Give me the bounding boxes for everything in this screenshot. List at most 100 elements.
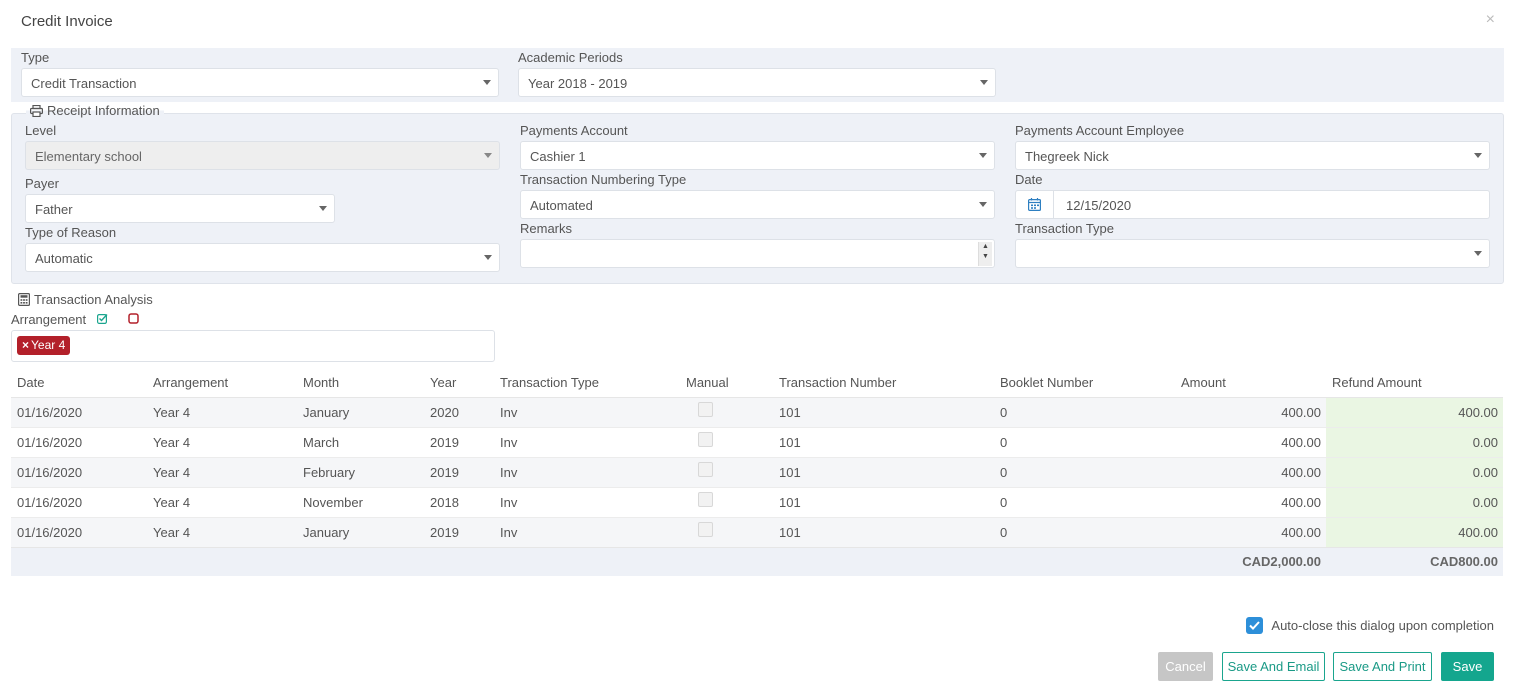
chevron-down-icon — [1474, 153, 1482, 158]
table-row[interactable]: 01/16/2020 Year 4 January 2019 Inv 101 0 400.00… — [11, 516, 1503, 547]
type-select-value: Credit Transaction — [31, 76, 137, 91]
save-and-email-button[interactable]: Save And Email — [1222, 652, 1325, 681]
cancel-button[interactable]: Cancel — [1158, 652, 1213, 681]
cell-amount: 400.00 — [1175, 516, 1326, 547]
date-input[interactable]: 12/15/2020 — [1015, 190, 1490, 219]
academic-periods-select[interactable]: Year 2018 - 2019 — [518, 68, 996, 97]
chevron-down-icon — [484, 255, 492, 260]
cell-date: 01/16/2020 — [11, 396, 147, 427]
transaction-numbering-type-value: Automated — [530, 198, 593, 213]
transaction-analysis-legend: Transaction Analysis — [14, 292, 157, 307]
cell-year: 2019 — [424, 426, 494, 457]
manual-checkbox[interactable] — [698, 491, 713, 507]
table-total-row: CAD2,000.00 CAD800.00 — [11, 546, 1503, 576]
arrangement-label: Arrangement — [11, 312, 87, 327]
col-month[interactable]: Month — [297, 368, 424, 398]
manual-checkbox[interactable] — [698, 461, 713, 477]
payments-account-employee-select[interactable]: Thegreek Nick — [1015, 141, 1490, 170]
chevron-down-icon — [980, 80, 988, 85]
cell-manual[interactable] — [680, 486, 773, 517]
cell-manual[interactable] — [680, 396, 773, 427]
manual-checkbox[interactable] — [698, 521, 713, 537]
remarks-textarea[interactable]: ▲ ▼ — [520, 239, 995, 268]
cell-date: 01/16/2020 — [11, 486, 147, 517]
col-date[interactable]: Date — [11, 368, 147, 398]
col-year[interactable]: Year — [424, 368, 494, 398]
deselect-all-icon[interactable] — [128, 313, 139, 324]
remove-tag-icon[interactable]: × — [22, 338, 29, 352]
table-row[interactable]: 01/16/2020 Year 4 November 2018 Inv 101 0 400.0… — [11, 486, 1503, 517]
cell-arrangement: Year 4 — [147, 486, 297, 517]
cell-date: 01/16/2020 — [11, 426, 147, 457]
col-amount[interactable]: Amount — [1175, 368, 1326, 398]
date-label: Date — [1015, 172, 1043, 187]
cell-booklet-number: 0 — [994, 486, 1175, 517]
transaction-numbering-type-select[interactable]: Automated — [520, 190, 995, 219]
col-refund-amount[interactable]: Refund Amount — [1326, 368, 1503, 398]
cell-manual[interactable] — [680, 516, 773, 547]
cell-booklet-number: 0 — [994, 396, 1175, 427]
resize-handle-icon[interactable]: ▲ ▼ — [978, 242, 992, 266]
col-booklet-number[interactable]: Booklet Number — [994, 368, 1175, 398]
chevron-down-icon — [319, 206, 327, 211]
cell-year: 2019 — [424, 456, 494, 487]
payments-account-employee-label: Payments Account Employee — [1015, 123, 1185, 138]
save-and-print-button[interactable]: Save And Print — [1333, 652, 1432, 681]
cell-refund-amount: 0.00 — [1326, 456, 1503, 487]
manual-checkbox[interactable] — [698, 401, 713, 417]
manual-checkbox[interactable] — [698, 431, 713, 447]
cell-month: November — [297, 486, 424, 517]
col-manual[interactable]: Manual — [680, 368, 773, 398]
arrangement-tag-input[interactable]: × Year 4 — [11, 330, 495, 362]
cell-arrangement: Year 4 — [147, 516, 297, 547]
payer-select-value: Father — [35, 202, 73, 217]
auto-close-option[interactable]: Auto-close this dialog upon completion — [1246, 617, 1494, 634]
payments-account-label: Payments Account — [520, 123, 628, 138]
table-row[interactable]: 01/16/2020 Year 4 January 2020 Inv 101 0 400.00… — [11, 396, 1503, 427]
cell-transaction-number: 101 — [773, 516, 994, 547]
cell-transaction-type: Inv — [494, 396, 680, 427]
printer-icon — [30, 104, 43, 117]
level-label: Level — [25, 123, 57, 138]
cell-month: January — [297, 516, 424, 547]
academic-periods-value: Year 2018 - 2019 — [528, 76, 628, 91]
transactions-table: Date Arrangement Month Year Transaction … — [11, 368, 1503, 576]
table-row[interactable]: 01/16/2020 Year 4 March 2019 Inv 101 0 400.00 0.… — [11, 426, 1503, 457]
cell-arrangement: Year 4 — [147, 456, 297, 487]
cell-transaction-number: 101 — [773, 396, 994, 427]
type-select[interactable]: Credit Transaction — [21, 68, 499, 97]
chevron-down-icon — [1474, 251, 1482, 256]
calculator-icon — [18, 293, 30, 306]
transaction-analysis-title: Transaction Analysis — [34, 292, 153, 307]
cell-refund-amount: 400.00 — [1326, 396, 1503, 427]
payments-account-select[interactable]: Cashier 1 — [520, 141, 995, 170]
cell-amount: 400.00 — [1175, 396, 1326, 427]
level-select-value: Elementary school — [35, 149, 142, 164]
type-of-reason-select[interactable]: Automatic — [25, 243, 500, 272]
cell-transaction-type: Inv — [494, 456, 680, 487]
cell-booklet-number: 0 — [994, 456, 1175, 487]
chevron-down-icon — [979, 153, 987, 158]
cell-manual[interactable] — [680, 456, 773, 487]
close-icon[interactable]: × — [1486, 10, 1495, 30]
remarks-label: Remarks — [520, 221, 573, 236]
col-transaction-number[interactable]: Transaction Number — [773, 368, 994, 398]
calendar-icon[interactable] — [1016, 191, 1054, 218]
payer-select[interactable]: Father — [25, 194, 335, 223]
save-button[interactable]: Save — [1441, 652, 1494, 681]
select-all-icon[interactable] — [97, 313, 108, 324]
cell-arrangement: Year 4 — [147, 426, 297, 457]
cell-amount: 400.00 — [1175, 426, 1326, 457]
transaction-type-select[interactable] — [1015, 239, 1490, 268]
cell-amount: 400.00 — [1175, 456, 1326, 487]
cell-transaction-number: 101 — [773, 426, 994, 457]
cell-manual[interactable] — [680, 426, 773, 457]
col-arrangement[interactable]: Arrangement — [147, 368, 297, 398]
col-transaction-type[interactable]: Transaction Type — [494, 368, 680, 398]
payments-account-value: Cashier 1 — [530, 149, 586, 164]
cell-transaction-type: Inv — [494, 426, 680, 457]
type-of-reason-value: Automatic — [35, 251, 93, 266]
cell-amount: 400.00 — [1175, 486, 1326, 517]
auto-close-checkbox[interactable] — [1246, 617, 1264, 634]
table-row[interactable]: 01/16/2020 Year 4 February 2019 Inv 101 0 400.0… — [11, 456, 1503, 487]
